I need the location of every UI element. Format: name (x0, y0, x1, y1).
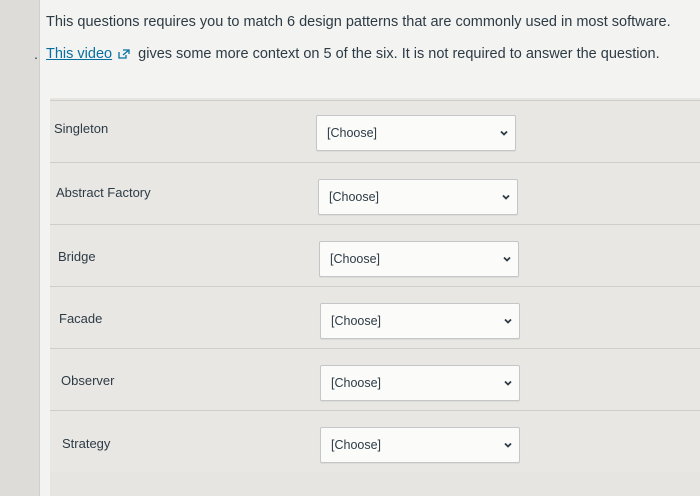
match-row-bridge: Bridge [Choose] (50, 224, 700, 286)
video-link[interactable]: This video (46, 46, 112, 62)
match-row-abstract-factory: Abstract Factory [Choose] (50, 162, 700, 224)
question-intro: This questions requires you to match 6 d… (46, 14, 671, 30)
match-label: Bridge (58, 249, 96, 264)
match-row-facade: Facade [Choose] (50, 286, 700, 348)
chevron-down-icon (502, 194, 510, 200)
match-row-strategy: Strategy [Choose] (50, 410, 700, 472)
quiz-page: This questions requires you to match 6 d… (0, 0, 700, 496)
match-label: Facade (59, 311, 103, 326)
external-link-icon[interactable] (118, 49, 130, 59)
answer-select[interactable]: [Choose] (320, 365, 520, 401)
chevron-down-icon (504, 380, 512, 386)
match-label: Observer (61, 373, 115, 388)
select-value: [Choose] (331, 438, 382, 452)
match-row-observer: Observer [Choose] (50, 348, 700, 410)
question-context: . This video gives some more context on … (34, 46, 696, 62)
answer-select[interactable]: [Choose] (320, 427, 520, 463)
chevron-down-icon (504, 442, 512, 448)
select-value: [Choose] (331, 376, 382, 390)
chevron-down-icon (504, 318, 512, 324)
answer-select[interactable]: [Choose] (320, 303, 520, 339)
answer-select[interactable]: [Choose] (318, 179, 518, 215)
match-label: Abstract Factory (56, 185, 151, 200)
match-label: Singleton (54, 121, 109, 136)
bullet-dot: . (34, 46, 38, 62)
matching-list: Singleton [Choose] Abstract Factory [Cho… (50, 98, 700, 496)
match-label: Strategy (62, 436, 111, 451)
answer-select[interactable]: [Choose] (316, 115, 516, 151)
match-row-singleton: Singleton [Choose] (50, 100, 700, 162)
select-value: [Choose] (329, 190, 380, 204)
select-value: [Choose] (331, 314, 382, 328)
select-value: [Choose] (330, 252, 381, 266)
left-margin (0, 0, 40, 496)
answer-select[interactable]: [Choose] (319, 241, 519, 277)
video-description: gives some more context on 5 of the six.… (138, 46, 660, 62)
chevron-down-icon (500, 130, 508, 136)
chevron-down-icon (503, 256, 511, 262)
select-value: [Choose] (327, 126, 378, 140)
